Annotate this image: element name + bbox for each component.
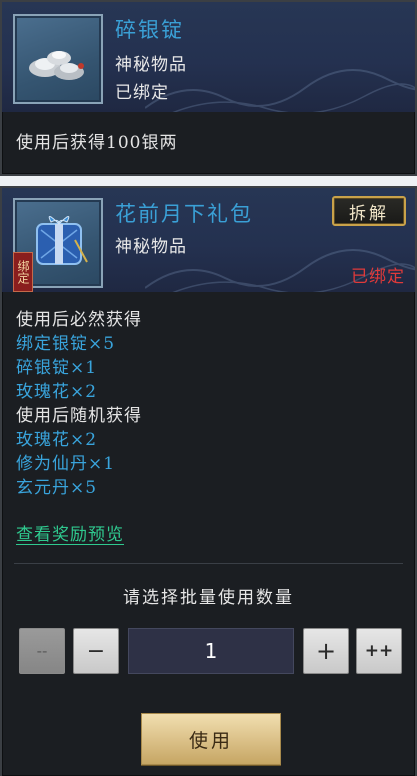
- max-quantity-button[interactable]: ++: [356, 628, 402, 674]
- increase-button[interactable]: +: [303, 628, 349, 674]
- reward-line: 玫瑰花×2: [16, 382, 98, 402]
- reward-line: 使用后必然获得: [16, 310, 142, 330]
- min-quantity-button[interactable]: --: [19, 628, 65, 674]
- bound-tag-text: 绑定: [16, 260, 30, 284]
- use-button[interactable]: 使用: [141, 713, 281, 765]
- item-tooltip-silver: 碎银锭 神秘物品 已绑定 使用后获得100银两: [0, 0, 417, 176]
- silver-ingot-icon: [29, 51, 84, 80]
- item-description: 使用后获得100银两: [16, 133, 178, 153]
- item-tooltip-giftpack: 绑定 花前月下礼包 神秘物品 拆解 已绑定 使用后必然获得 绑定银锭×5 碎银锭…: [0, 186, 417, 776]
- reward-line: 碎银锭×1: [16, 358, 98, 378]
- reward-line: 修为仙丹×1: [16, 454, 116, 474]
- reward-line: 玫瑰花×2: [16, 430, 98, 450]
- item-bind-status: 已绑定: [115, 83, 169, 103]
- quantity-input[interactable]: 1: [128, 628, 294, 674]
- item-name: 花前月下礼包: [115, 202, 253, 226]
- item-icon-frame[interactable]: [13, 14, 103, 104]
- divider: [14, 563, 403, 564]
- reward-line: 使用后随机获得: [16, 406, 142, 426]
- batch-quantity-label: 请选择批量使用数量: [123, 588, 294, 608]
- reward-list: 使用后必然获得 绑定银锭×5 碎银锭×1 玫瑰花×2 使用后随机获得 玫瑰花×2…: [16, 308, 142, 500]
- item-type: 神秘物品: [115, 237, 187, 257]
- bound-tag: 绑定: [13, 252, 33, 292]
- decompose-button[interactable]: 拆解: [332, 196, 406, 226]
- item-header: 碎银锭 神秘物品 已绑定: [2, 2, 415, 112]
- reward-line: 玄元丹×5: [16, 478, 98, 498]
- item-bind-status: 已绑定: [351, 267, 405, 287]
- reward-preview-link[interactable]: 查看奖励预览: [16, 520, 124, 545]
- item-type: 神秘物品: [115, 55, 187, 75]
- item-header: 绑定 花前月下礼包 神秘物品 拆解 已绑定: [2, 188, 415, 292]
- decrease-button[interactable]: −: [73, 628, 119, 674]
- item-name: 碎银锭: [115, 18, 184, 42]
- reward-line: 绑定银锭×5: [16, 334, 116, 354]
